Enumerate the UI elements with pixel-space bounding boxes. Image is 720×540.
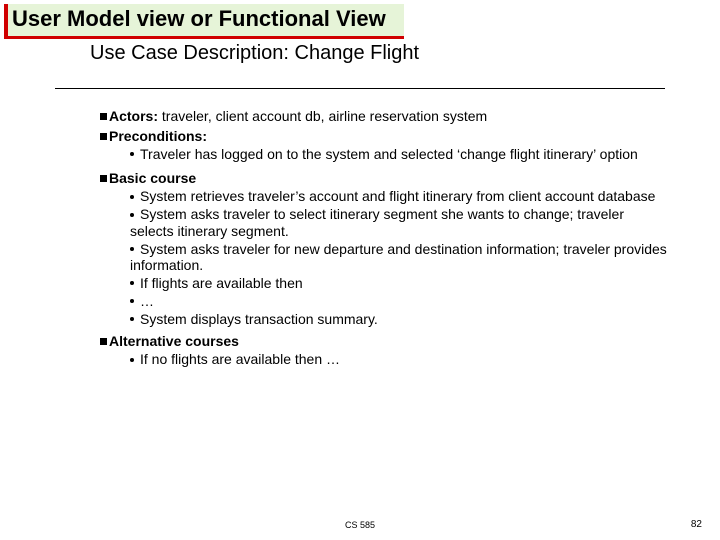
bullet-dot-icon [130, 195, 134, 199]
alternative-label: Alternative courses [109, 333, 239, 349]
basic-item-text: System asks traveler to select itinerary… [130, 206, 624, 238]
basic-item: System displays transaction summary. [130, 311, 670, 327]
bullet-dot-icon [130, 281, 134, 285]
slide-subtitle: Use Case Description: Change Flight [90, 42, 419, 65]
content-body: Actors: traveler, client account db, air… [100, 104, 670, 369]
basic-item: … [130, 293, 670, 309]
basic-item: System retrieves traveler’s account and … [130, 188, 670, 204]
alternative-item-text: If no flights are available then … [140, 351, 340, 367]
preconditions-label: Preconditions: [109, 128, 207, 144]
basic-item: If flights are available then [130, 275, 670, 291]
preconditions-heading: Preconditions: [100, 128, 670, 144]
bullet-dot-icon [130, 213, 134, 217]
slide: User Model view or Functional View Use C… [0, 0, 720, 540]
bullet-square-icon [100, 113, 107, 120]
actors-line: Actors: traveler, client account db, air… [100, 108, 670, 124]
basic-item: System asks traveler for new departure a… [130, 241, 670, 273]
bullet-dot-icon [130, 358, 134, 362]
basic-item-text: System asks traveler for new departure a… [130, 241, 667, 273]
bullet-dot-icon [130, 247, 134, 251]
footer-page-number: 82 [691, 519, 702, 530]
basic-item-text: If flights are available then [140, 275, 303, 291]
basic-item-text: System retrieves traveler’s account and … [140, 188, 655, 204]
alternative-item: If no flights are available then … [130, 351, 670, 367]
bullet-square-icon [100, 338, 107, 345]
bullet-dot-icon [130, 152, 134, 156]
actors-text: traveler, client account db, airline res… [158, 108, 487, 124]
actors-label: Actors: [109, 108, 158, 124]
bullet-dot-icon [130, 317, 134, 321]
basic-item: System asks traveler to select itinerary… [130, 206, 670, 238]
alternative-heading: Alternative courses [100, 333, 670, 349]
preconditions-item: Traveler has logged on to the system and… [130, 146, 670, 162]
bullet-square-icon [100, 133, 107, 140]
basic-item-text: … [140, 293, 154, 309]
basic-item-text: System displays transaction summary. [140, 311, 378, 327]
divider [55, 88, 665, 90]
bullet-square-icon [100, 175, 107, 182]
slide-title: User Model view or Functional View [4, 4, 404, 39]
basic-heading: Basic course [100, 170, 670, 186]
basic-label: Basic course [109, 170, 196, 186]
footer-course: CS 585 [0, 520, 720, 530]
preconditions-item-text: Traveler has logged on to the system and… [140, 146, 638, 162]
bullet-dot-icon [130, 299, 134, 303]
